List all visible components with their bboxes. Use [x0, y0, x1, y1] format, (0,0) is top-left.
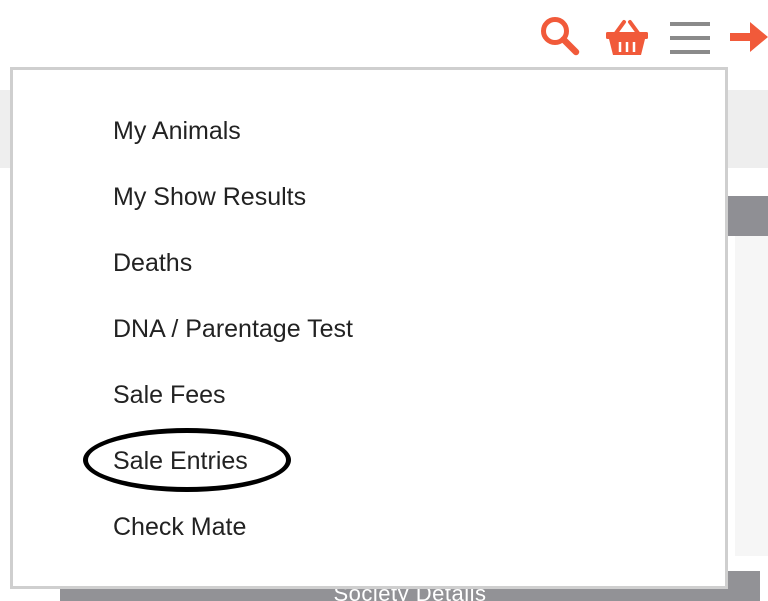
menu-item-check-mate[interactable]: Check Mate: [113, 507, 246, 547]
arrow-right-icon[interactable]: [730, 20, 768, 54]
header-icons: [508, 10, 768, 66]
menu-item-dna-parentage-test[interactable]: DNA / Parentage Test: [113, 309, 353, 349]
account-dropdown-menu: My Animals My Show Results Deaths DNA / …: [10, 67, 728, 589]
basket-icon[interactable]: [604, 18, 650, 58]
page: Society Details My Animals My Show Resul…: [0, 0, 768, 601]
menu-item-sale-fees[interactable]: Sale Fees: [113, 375, 226, 415]
hamburger-menu-icon[interactable]: [668, 18, 712, 58]
background-right-panel: [735, 236, 768, 556]
menu-item-my-show-results[interactable]: My Show Results: [113, 177, 306, 217]
background-gray-block: [726, 196, 768, 236]
menu-item-my-animals[interactable]: My Animals: [113, 111, 241, 151]
menu-item-sale-entries[interactable]: Sale Entries: [113, 441, 248, 481]
search-icon[interactable]: [538, 14, 582, 58]
menu-item-deaths[interactable]: Deaths: [113, 243, 192, 283]
